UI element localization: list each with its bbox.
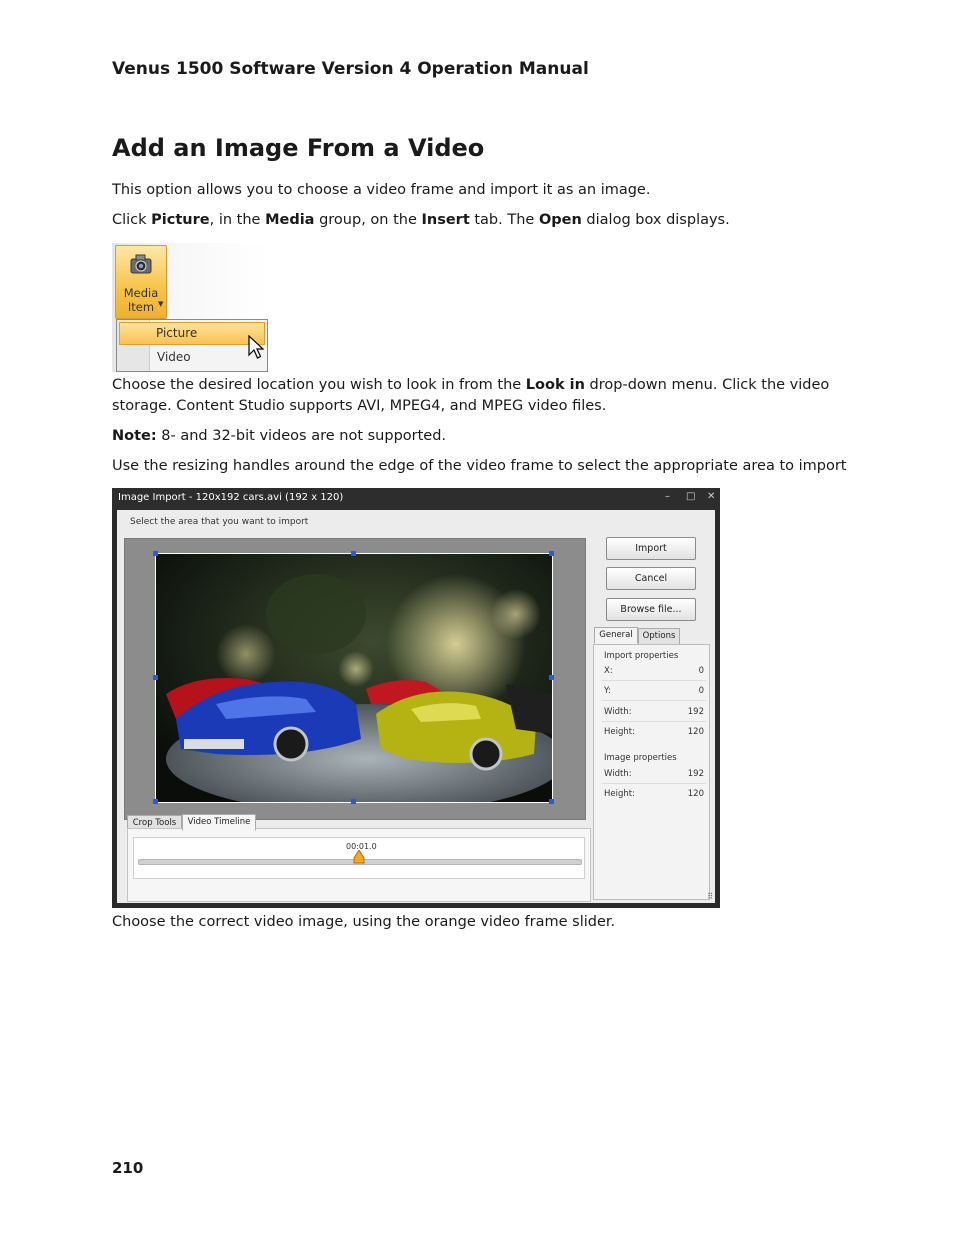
image-properties-title: Image properties	[604, 753, 677, 763]
resize-handle-top-left[interactable]	[153, 551, 158, 556]
section-title: Add an Image From a Video	[112, 134, 485, 162]
resize-handle-top-right[interactable]	[549, 551, 554, 556]
import-y-row: Y: 0	[604, 686, 704, 696]
video-timeline-panel: 00:01.0	[127, 828, 591, 902]
browse-file-button[interactable]: Browse file...	[606, 598, 696, 621]
paragraph-look-in: Choose the desired location you wish to …	[112, 377, 830, 414]
image-import-dialog: Image Import - 120x192 cars.avi (192 x 1…	[112, 488, 720, 908]
mouse-pointer-icon	[248, 335, 264, 359]
resize-handle-bottom-right[interactable]	[549, 799, 554, 804]
tab-general[interactable]: General	[594, 627, 638, 644]
media-menu-screenshot: Media Item ▼ Picture Video	[112, 243, 269, 372]
running-header: Venus 1500 Software Version 4 Operation …	[112, 59, 589, 79]
paragraph-intro: This option allows you to choose a video…	[112, 182, 651, 198]
dialog-body: Select the area that you want to import	[117, 510, 715, 903]
dialog-titlebar: Image Import - 120x192 cars.avi (192 x 1…	[112, 488, 720, 510]
minimize-icon[interactable]: –	[665, 491, 670, 502]
video-preview-area	[124, 538, 586, 820]
image-height-row: Height: 120	[604, 789, 704, 799]
chevron-down-icon: ▼	[158, 300, 164, 308]
import-button[interactable]: Import	[606, 537, 696, 560]
cars-video-frame-image	[156, 554, 552, 802]
cancel-button[interactable]: Cancel	[606, 567, 696, 590]
menu-item-picture-label: Picture	[156, 326, 198, 340]
maximize-icon[interactable]: □	[686, 491, 695, 502]
media-dropdown-menu: Picture Video	[116, 319, 268, 372]
menu-item-picture[interactable]: Picture	[119, 322, 265, 345]
paragraph-note: Note: 8- and 32-bit videos are not suppo…	[112, 428, 447, 444]
dialog-title: Image Import - 120x192 cars.avi (192 x 1…	[118, 492, 344, 503]
dialog-instruction: Select the area that you want to import	[130, 517, 309, 527]
image-width-row: Width: 192	[604, 769, 704, 779]
tab-video-timeline[interactable]: Video Timeline	[182, 814, 256, 831]
import-height-row: Height: 120	[604, 727, 704, 737]
paragraph-slider: Choose the correct video image, using th…	[112, 914, 616, 930]
import-width-row: Width: 192	[604, 707, 704, 717]
video-frame[interactable]	[155, 553, 553, 803]
timeline-box: 00:01.0	[133, 837, 585, 879]
page-number: 210	[112, 1159, 144, 1177]
timeline-slider-thumb[interactable]	[353, 850, 365, 864]
properties-panel: Import properties X: 0 Y: 0 Width: 192 Heig…	[593, 644, 710, 900]
paragraph-click-picture: Click Picture, in the Media group, on th…	[112, 212, 730, 228]
tab-options[interactable]: Options	[638, 628, 680, 645]
import-x-row: X: 0	[604, 666, 704, 676]
import-properties-title: Import properties	[604, 651, 679, 661]
resize-handle-left[interactable]	[153, 675, 158, 680]
media-item-button[interactable]: Media Item ▼	[115, 245, 167, 319]
resize-grip-icon[interactable]: ⠿	[707, 892, 713, 901]
resize-handle-right[interactable]	[549, 675, 554, 680]
resize-handle-bottom[interactable]	[351, 799, 356, 804]
close-icon[interactable]: ✕	[707, 491, 715, 502]
paragraph-resizing-handles: Use the resizing handles around the edge…	[112, 458, 847, 474]
resize-handle-top[interactable]	[351, 551, 356, 556]
resize-handle-bottom-left[interactable]	[153, 799, 158, 804]
camera-icon	[130, 254, 152, 274]
menu-item-video[interactable]: Video	[157, 350, 191, 364]
